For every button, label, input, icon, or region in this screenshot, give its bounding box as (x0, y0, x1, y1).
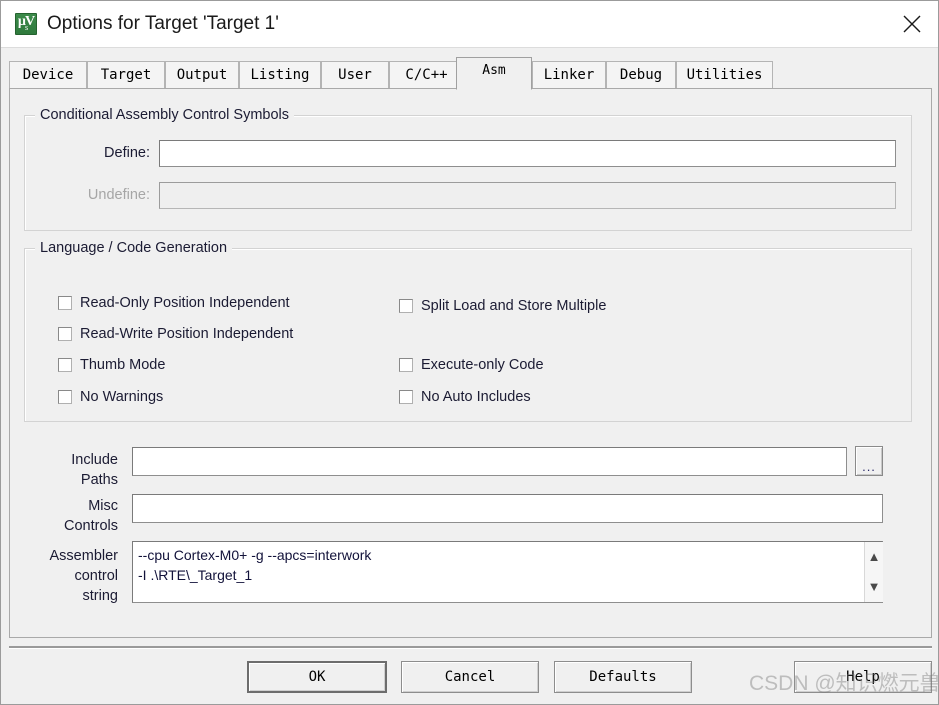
browse-dots-label: ... (862, 459, 876, 474)
checkbox-label: Thumb Mode (80, 357, 166, 373)
assembler-control-string-label-line1: Assembler (49, 548, 119, 564)
language-code-generation-legend: Language / Code Generation (35, 240, 233, 257)
help-button[interactable]: Help (794, 661, 932, 693)
footer-separator (9, 646, 932, 649)
tab-debug[interactable]: Debug (606, 61, 676, 88)
tab-device[interactable]: Device (9, 61, 87, 88)
checkbox-box (58, 296, 72, 310)
tab-asm[interactable]: Asm (456, 57, 532, 90)
close-icon[interactable] (884, 1, 938, 47)
checkbox-label: Read-Only Position Independent (80, 295, 290, 311)
include-paths-label-line2: Paths (80, 472, 118, 488)
tab-c-cpp[interactable]: C/C++ (389, 61, 464, 88)
checkbox-box (399, 390, 413, 404)
define-label: Define: (104, 145, 150, 161)
include-paths-label-line1: Include (71, 452, 118, 468)
checkbox-box (399, 358, 413, 372)
checkbox-label: Execute-only Code (421, 357, 544, 373)
include-paths-input[interactable] (132, 447, 847, 476)
tab-listing[interactable]: Listing (239, 61, 321, 88)
assembler-control-string-label-line3: string (82, 588, 118, 604)
tab-linker[interactable]: Linker (532, 61, 606, 88)
tab-strip: Device Target Output Listing User C/C++ … (9, 57, 932, 90)
tab-user[interactable]: User (321, 61, 389, 88)
checkbox-label: No Warnings (80, 389, 164, 405)
undefine-input (159, 182, 896, 209)
conditional-assembly-group: Conditional Assembly Control Symbols Def… (24, 107, 912, 231)
checkbox-label: Split Load and Store Multiple (421, 298, 607, 314)
checkbox-box (58, 390, 72, 404)
misc-controls-label-line1: Misc (88, 498, 118, 514)
checkbox-box (58, 358, 72, 372)
cancel-button[interactable]: Cancel (401, 661, 539, 693)
chevron-up-icon[interactable]: ▲ (865, 550, 883, 563)
assembler-control-string-label-line2: control (74, 568, 118, 584)
tab-output[interactable]: Output (165, 61, 239, 88)
assembler-control-string-textarea[interactable]: --cpu Cortex-M0+ -g --apcs=interwork -I … (132, 541, 883, 603)
ok-button[interactable]: OK (247, 661, 387, 693)
conditional-assembly-legend: Conditional Assembly Control Symbols (35, 107, 295, 124)
asm-tab-page: Conditional Assembly Control Symbols Def… (9, 88, 932, 638)
language-code-generation-group: Language / Code Generation Read-Only Pos… (24, 240, 912, 422)
tab-target[interactable]: Target (87, 61, 165, 88)
misc-controls-label-line2: Controls (64, 518, 118, 534)
keil-uvision-icon: µV s (15, 13, 37, 35)
include-paths-browse-button[interactable]: ... (855, 446, 883, 476)
checkbox-label: Read-Write Position Independent (80, 326, 294, 342)
define-input[interactable] (159, 140, 896, 167)
checkbox-label: No Auto Includes (421, 389, 531, 405)
misc-controls-input[interactable] (132, 494, 883, 523)
checkbox-box (58, 327, 72, 341)
undefine-label: Undefine: (87, 187, 150, 203)
options-dialog: µV s Options for Target 'Target 1' Devic… (0, 0, 939, 705)
tab-utilities[interactable]: Utilities (676, 61, 773, 88)
defaults-button[interactable]: Defaults (554, 661, 692, 693)
assembler-control-string-scrollbar[interactable]: ▲ ▼ (864, 542, 883, 602)
window-title: Options for Target 'Target 1' (47, 13, 279, 34)
checkbox-box (399, 299, 413, 313)
title-bar: µV s Options for Target 'Target 1' (1, 1, 938, 48)
chevron-down-icon[interactable]: ▼ (865, 580, 883, 593)
